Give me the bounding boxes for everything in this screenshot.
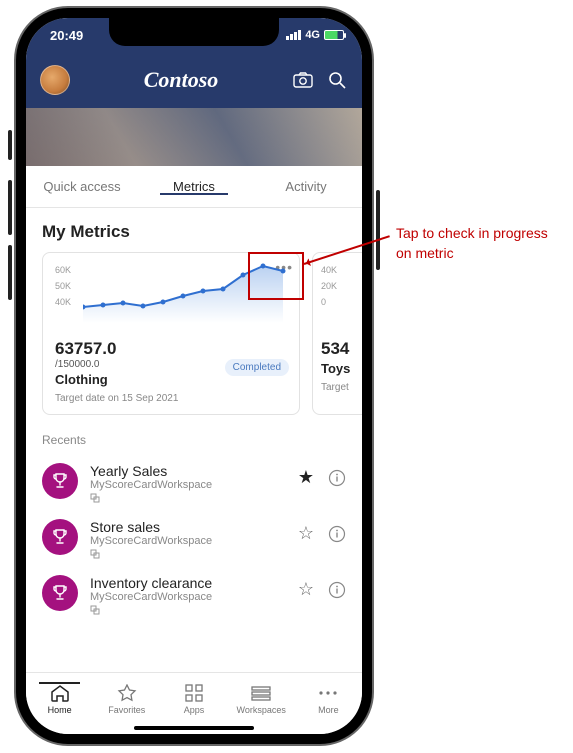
list-item-title: Inventory clearance bbox=[90, 575, 286, 591]
metric-target-date: Target bbox=[321, 382, 362, 393]
y-tick: 60K bbox=[55, 265, 71, 275]
info-icon[interactable] bbox=[328, 581, 346, 599]
nav-home[interactable]: Home bbox=[26, 683, 93, 715]
nav-more[interactable]: More bbox=[295, 683, 362, 715]
avatar[interactable] bbox=[40, 65, 70, 95]
status-badge: Completed bbox=[225, 359, 289, 376]
metric-value: 63757.0 bbox=[55, 339, 287, 359]
workspaces-icon bbox=[251, 683, 271, 703]
list-item-subtitle: MyScoreCardWorkspace bbox=[90, 535, 286, 547]
nav-workspaces[interactable]: Workspaces bbox=[228, 683, 295, 715]
metric-cards[interactable]: ••• 60K 50K 40K bbox=[42, 252, 362, 415]
tab-quick-access[interactable]: Quick access bbox=[26, 179, 138, 194]
signal-icon bbox=[286, 30, 301, 40]
annotation-highlight-box bbox=[248, 252, 304, 300]
tab-activity[interactable]: Activity bbox=[250, 179, 362, 194]
bottom-nav: Home Favorites Apps Workspaces More bbox=[26, 672, 362, 734]
list-item-link-icon[interactable] bbox=[90, 549, 286, 559]
nav-favorites[interactable]: Favorites bbox=[93, 683, 160, 715]
nav-label: Workspaces bbox=[237, 705, 286, 715]
annotation-text: Tap to check in progress on metric bbox=[396, 224, 556, 263]
apps-icon bbox=[185, 683, 203, 703]
y-tick: 40K bbox=[55, 297, 71, 307]
list-item-subtitle: MyScoreCardWorkspace bbox=[90, 479, 286, 491]
metric-chart: 40K 20K 0 bbox=[321, 263, 362, 333]
star-icon[interactable]: ★ bbox=[298, 467, 314, 488]
trophy-icon bbox=[42, 463, 78, 499]
trophy-icon bbox=[42, 519, 78, 555]
star-icon[interactable]: ☆ bbox=[298, 523, 314, 544]
device-notch bbox=[109, 18, 279, 46]
home-icon bbox=[50, 683, 70, 703]
camera-icon[interactable] bbox=[292, 69, 314, 91]
brand-title: Contoso bbox=[82, 67, 280, 93]
list-item[interactable]: Yearly Sales MyScoreCardWorkspace ★ bbox=[42, 455, 346, 511]
info-icon[interactable] bbox=[328, 469, 346, 487]
nav-label: More bbox=[318, 705, 339, 715]
list-item[interactable]: Inventory clearance MyScoreCardWorkspace… bbox=[42, 567, 346, 623]
banner-image bbox=[26, 108, 362, 166]
y-tick: 0 bbox=[321, 297, 326, 307]
tabs: Quick access Metrics Activity bbox=[26, 166, 362, 208]
list-item-title: Yearly Sales bbox=[90, 463, 286, 479]
phone-frame: 20:49 4G Contoso Quick access Metrics Ac… bbox=[16, 8, 372, 744]
metric-target-date: Target date on 15 Sep 2021 bbox=[55, 393, 287, 404]
star-icon[interactable]: ☆ bbox=[298, 579, 314, 600]
metric-name: Toys bbox=[321, 361, 362, 376]
section-title-my-metrics: My Metrics bbox=[42, 222, 362, 242]
nav-label: Favorites bbox=[108, 705, 145, 715]
y-tick: 40K bbox=[321, 265, 337, 275]
trophy-icon bbox=[42, 575, 78, 611]
list-item-subtitle: MyScoreCardWorkspace bbox=[90, 591, 286, 603]
app-header: Contoso bbox=[26, 52, 362, 108]
search-icon[interactable] bbox=[326, 69, 348, 91]
more-icon bbox=[318, 683, 338, 703]
y-tick: 50K bbox=[55, 281, 71, 291]
list-item-title: Store sales bbox=[90, 519, 286, 535]
nav-label: Apps bbox=[184, 705, 205, 715]
metric-value: 534 bbox=[321, 339, 362, 359]
tab-metrics[interactable]: Metrics bbox=[138, 179, 250, 194]
main-content: My Metrics ••• 60K 50K 40K bbox=[26, 208, 362, 623]
metric-card-toys[interactable]: 40K 20K 0 534 Toys Target bbox=[312, 252, 362, 415]
network-label: 4G bbox=[305, 29, 320, 41]
recents-label: Recents bbox=[42, 433, 362, 447]
list-item-link-icon[interactable] bbox=[90, 493, 286, 503]
star-icon bbox=[117, 683, 137, 703]
nav-label: Home bbox=[48, 705, 72, 715]
y-tick: 20K bbox=[321, 281, 337, 291]
list-item-link-icon[interactable] bbox=[90, 605, 286, 615]
info-icon[interactable] bbox=[328, 525, 346, 543]
status-time: 20:49 bbox=[50, 28, 83, 43]
recents-list: Yearly Sales MyScoreCardWorkspace ★ St bbox=[42, 455, 362, 623]
home-indicator[interactable] bbox=[134, 726, 254, 730]
nav-apps[interactable]: Apps bbox=[160, 683, 227, 715]
list-item[interactable]: Store sales MyScoreCardWorkspace ☆ bbox=[42, 511, 346, 567]
battery-icon bbox=[324, 30, 344, 40]
